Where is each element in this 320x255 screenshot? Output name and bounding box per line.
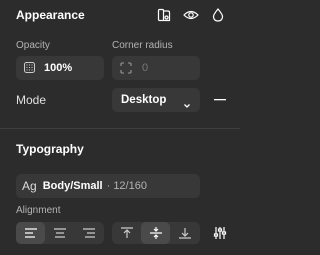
opacity-icon: [24, 62, 36, 74]
text-style-field[interactable]: Ag Body/Small · 12/160: [16, 174, 200, 198]
mode-label: Mode: [16, 93, 47, 107]
styles-icon[interactable]: [155, 6, 173, 24]
mode-dropdown[interactable]: Desktop: [112, 88, 200, 112]
align-top-icon[interactable]: [112, 222, 141, 244]
text-style-name: Body/Small: [42, 180, 103, 192]
drop-icon[interactable]: [209, 6, 227, 24]
alignment-label: Alignment: [16, 205, 61, 216]
opacity-field[interactable]: 100%: [16, 56, 104, 80]
corner-radius-value: 0: [142, 62, 149, 74]
eye-icon[interactable]: [182, 6, 200, 24]
chevron-down-icon: [183, 96, 191, 114]
corner-radius-field[interactable]: 0: [112, 56, 200, 80]
align-bottom-icon[interactable]: [170, 222, 199, 244]
align-left-icon[interactable]: [16, 222, 45, 244]
section-divider: [0, 128, 240, 129]
align-right-icon[interactable]: [74, 222, 103, 244]
corner-radius-icon: [120, 62, 132, 74]
opacity-value: 100%: [44, 62, 73, 74]
corner-radius-label: Corner radius: [112, 40, 173, 51]
text-style-meta: · 12/160: [106, 180, 147, 192]
type-settings-icon[interactable]: [210, 223, 230, 243]
remove-mode-icon[interactable]: [210, 90, 230, 110]
text-style-prefix-icon: Ag: [22, 179, 37, 193]
vertical-align-group: [112, 222, 200, 244]
typography-title: Typography: [16, 142, 84, 156]
horizontal-align-group: [16, 222, 104, 244]
appearance-title: Appearance: [16, 8, 85, 22]
opacity-label: Opacity: [16, 40, 50, 51]
mode-value: Desktop: [121, 94, 167, 106]
align-middle-icon[interactable]: [141, 222, 170, 244]
align-center-icon[interactable]: [45, 222, 74, 244]
